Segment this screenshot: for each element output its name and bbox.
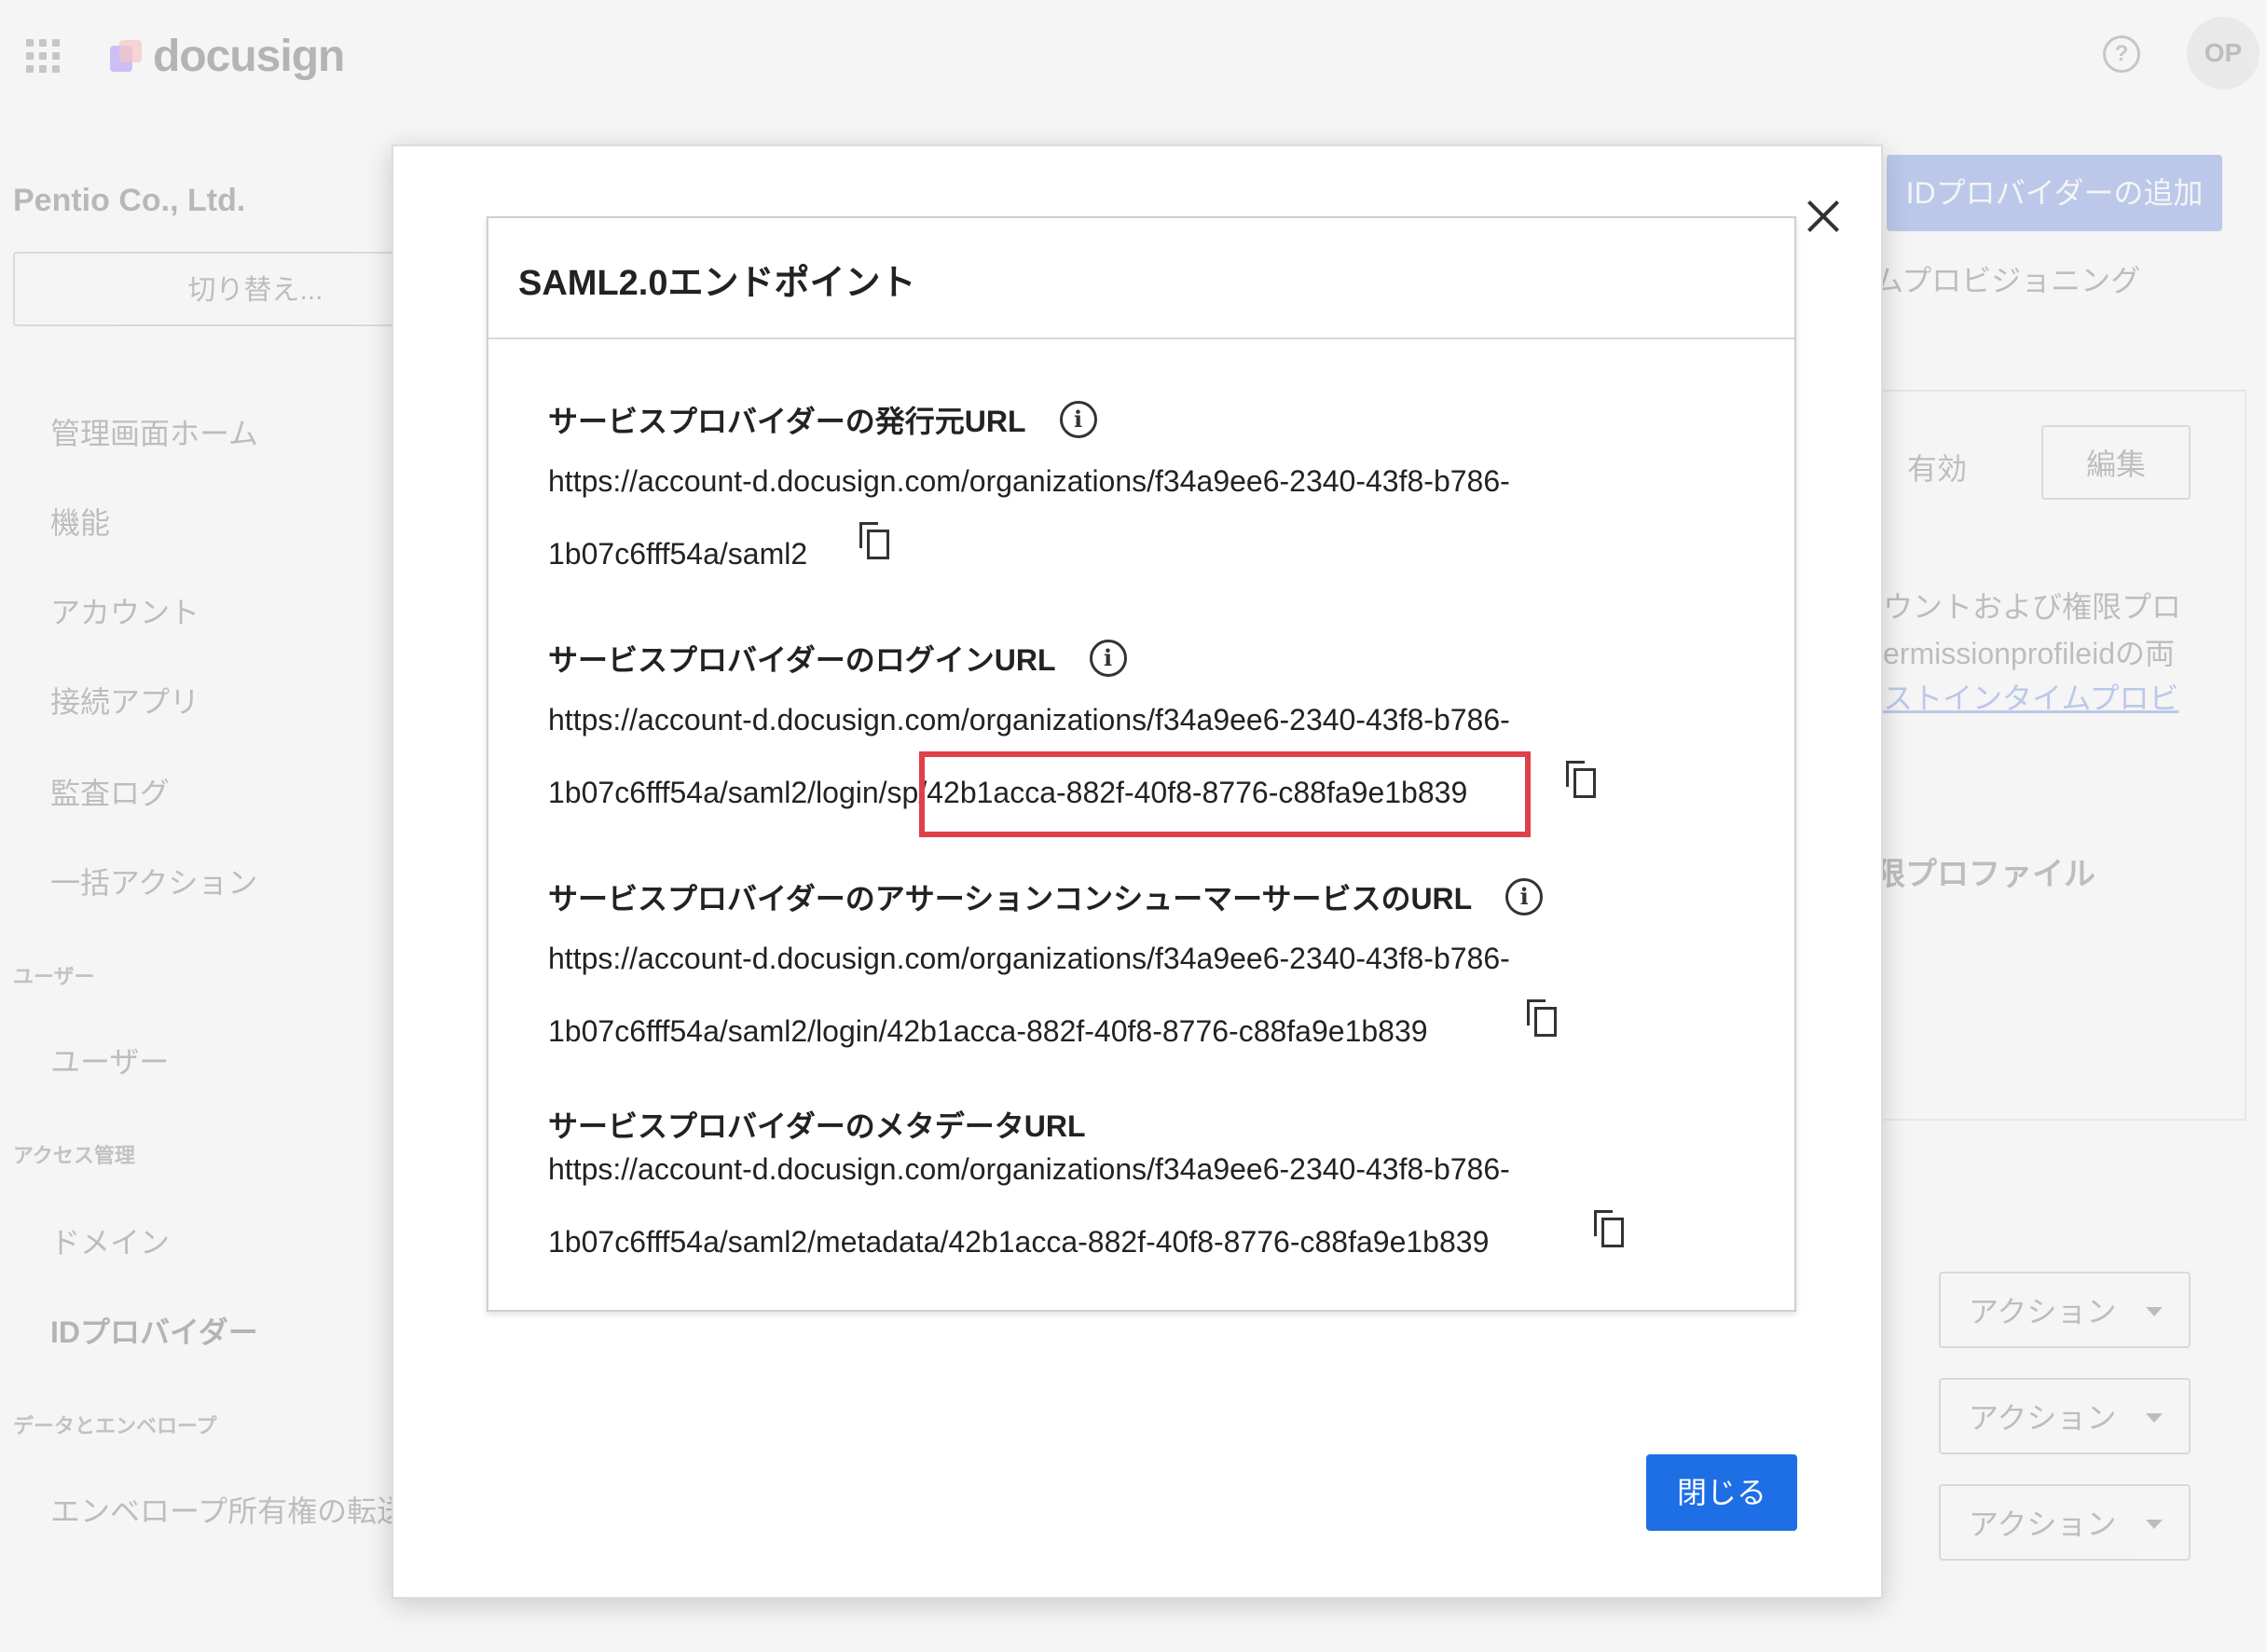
copy-icon[interactable]	[1594, 1210, 1626, 1247]
info-icon[interactable]: i	[1089, 640, 1127, 677]
saml-endpoints-card: SAML2.0エンドポイント サービスプロバイダーの発行元URL i https…	[487, 216, 1796, 1312]
saml-endpoints-dialog: SAML2.0エンドポイント サービスプロバイダーの発行元URL i https…	[392, 145, 1883, 1599]
copy-icon[interactable]	[859, 522, 891, 559]
login-url-label: サービスプロバイダーのログインURL	[548, 643, 1056, 677]
metadata-url-line2: 1b07c6fff54a/saml2/metadata/42b1acca-882…	[548, 1225, 1490, 1259]
metadata-url-label: サービスプロバイダーのメタデータURL	[548, 1109, 1086, 1143]
info-icon[interactable]: i	[1505, 878, 1544, 915]
metadata-url-section: サービスプロバイダーのメタデータURL https://account-d.do…	[548, 1102, 1760, 1259]
close-button[interactable]: 閉じる	[1646, 1454, 1797, 1531]
acs-url-section: サービスプロバイダーのアサーションコンシューマーサービスのURL i https…	[548, 874, 1760, 1048]
issuer-url-line2: 1b07c6fff54a/saml2	[548, 537, 808, 571]
issuer-url-line1: https://account-d.docusign.com/organizat…	[548, 464, 1510, 498]
highlight-box	[919, 751, 1531, 837]
info-icon[interactable]: i	[1059, 401, 1097, 438]
login-url-section: サービスプロバイダーのログインURL i https://account-d.d…	[548, 636, 1760, 837]
close-icon[interactable]	[1795, 184, 1861, 249]
copy-icon[interactable]	[1566, 761, 1598, 798]
issuer-url-label: サービスプロバイダーの発行元URL	[548, 405, 1026, 438]
acs-url-line2: 1b07c6fff54a/saml2/login/42b1acca-882f-4…	[548, 1014, 1428, 1048]
login-url-line1: https://account-d.docusign.com/organizat…	[548, 703, 1510, 737]
issuer-url-section: サービスプロバイダーの発行元URL i https://account-d.do…	[548, 397, 1760, 571]
metadata-url-line1: https://account-d.docusign.com/organizat…	[548, 1152, 1510, 1186]
acs-url-line1: https://account-d.docusign.com/organizat…	[548, 942, 1510, 975]
card-title: SAML2.0エンドポイント	[518, 264, 916, 303]
copy-icon[interactable]	[1527, 999, 1559, 1037]
acs-url-label: サービスプロバイダーのアサーションコンシューマーサービスのURL	[548, 882, 1473, 915]
card-header: SAML2.0エンドポイント	[488, 218, 1794, 339]
